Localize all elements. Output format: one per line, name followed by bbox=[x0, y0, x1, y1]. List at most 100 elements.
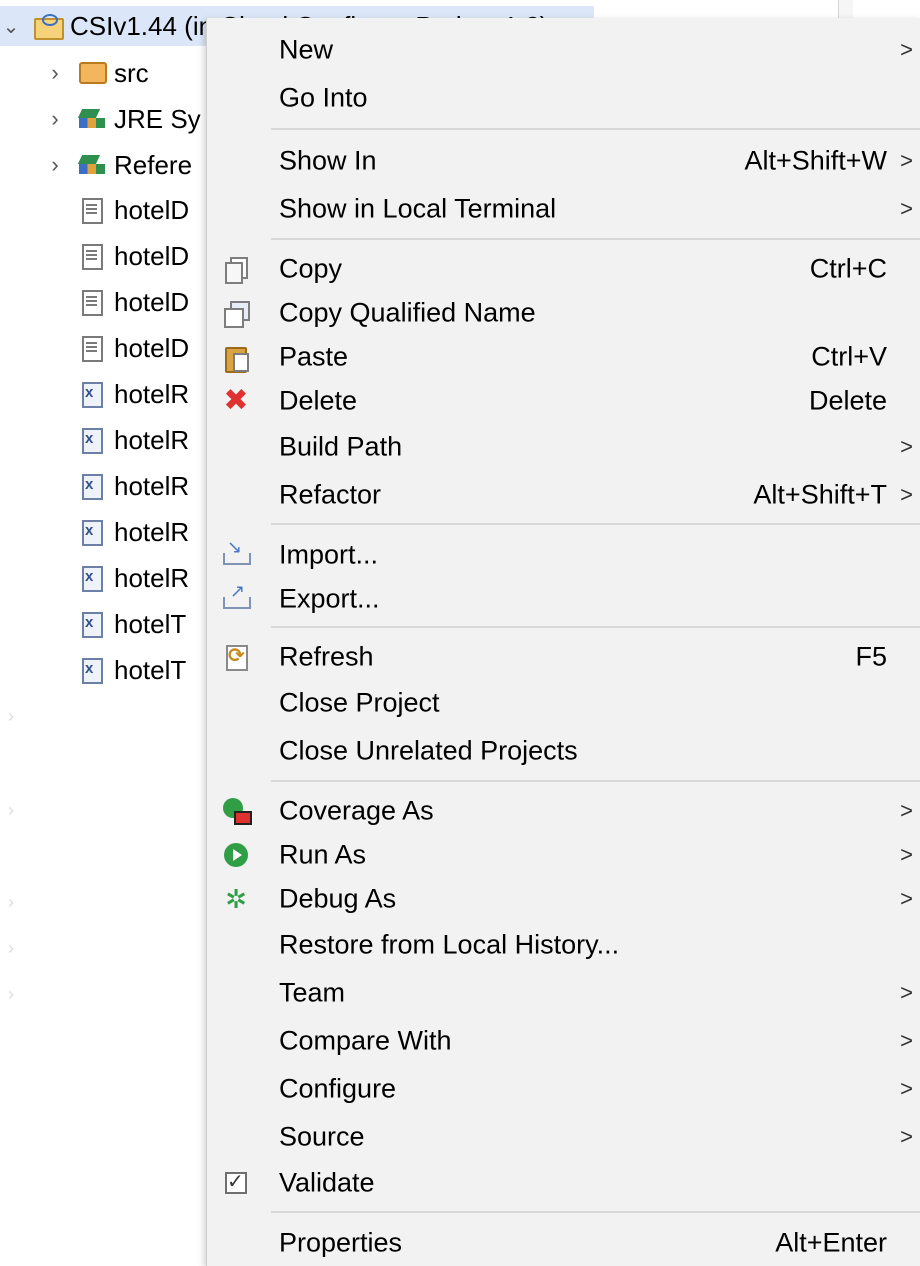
menu-item-restore-from-local-history[interactable]: Restore from Local History... bbox=[207, 923, 920, 967]
menu-item-paste[interactable]: Paste Ctrl+V bbox=[207, 335, 920, 379]
menu-separator bbox=[271, 238, 920, 240]
tree-item[interactable]: hotelD bbox=[76, 190, 189, 230]
menu-item-show-in-local-terminal[interactable]: Show in Local Terminal > bbox=[207, 187, 920, 231]
text-file-icon bbox=[76, 333, 106, 363]
menu-item-build-path[interactable]: Build Path > bbox=[207, 425, 920, 469]
copy-qualified-name-icon bbox=[222, 299, 250, 328]
run-icon bbox=[222, 841, 250, 869]
menu-item-refresh[interactable]: Refresh F5 bbox=[207, 635, 920, 679]
tree-item-label: Refere bbox=[114, 149, 193, 180]
copy-icon bbox=[222, 255, 250, 284]
menu-item-validate[interactable]: Validate bbox=[207, 1161, 920, 1205]
tree-item-label: hotelR bbox=[114, 378, 190, 409]
menu-item-configure[interactable]: Configure > bbox=[207, 1067, 920, 1111]
chevron-right-icon: > bbox=[900, 148, 913, 173]
tree-item[interactable]: x hotelR bbox=[76, 420, 189, 460]
xml-file-icon: x bbox=[76, 471, 106, 501]
project-folder-icon bbox=[32, 11, 64, 41]
debug-bug-icon: ✲ bbox=[225, 884, 247, 914]
menu-item-debug-as[interactable]: ✲ Debug As > bbox=[207, 877, 920, 921]
tree-item-label: hotelD bbox=[114, 240, 190, 271]
menu-item-team[interactable]: Team > bbox=[207, 971, 920, 1015]
coverage-icon bbox=[222, 797, 252, 825]
xml-file-icon: x bbox=[76, 655, 106, 685]
menu-item-compare-with[interactable]: Compare With > bbox=[207, 1019, 920, 1063]
shortcut-label: Alt+Shift+W bbox=[744, 145, 887, 176]
menu-item-copy-qualified-name[interactable]: Copy Qualified Name bbox=[207, 291, 920, 335]
chevron-right-icon: > bbox=[900, 886, 913, 911]
menu-item-new[interactable]: New > bbox=[207, 28, 920, 72]
chevron-right-icon: > bbox=[900, 37, 913, 62]
menu-item-copy[interactable]: Copy Ctrl+C bbox=[207, 247, 920, 291]
tree-item[interactable]: x hotelR bbox=[76, 466, 189, 506]
menu-item-properties[interactable]: Properties Alt+Enter bbox=[207, 1221, 920, 1265]
delete-icon: ✖ bbox=[223, 384, 249, 417]
chevron-right-icon: > bbox=[900, 1028, 913, 1053]
chevron-right-icon: > bbox=[900, 1076, 913, 1101]
menu-item-delete[interactable]: ✖ Delete Delete bbox=[207, 379, 920, 423]
export-icon bbox=[222, 581, 251, 613]
chevron-down-icon[interactable]: ⌄ bbox=[0, 14, 22, 39]
menu-item-source[interactable]: Source > bbox=[207, 1115, 920, 1159]
chevron-right-icon: > bbox=[900, 798, 913, 823]
chevron-right-icon: › bbox=[8, 938, 14, 958]
menu-item-go-into[interactable]: Go Into bbox=[207, 76, 920, 120]
tree-item[interactable]: x hotelT bbox=[76, 604, 186, 644]
tree-item[interactable]: x hotelR bbox=[76, 374, 189, 414]
chevron-right-icon: > bbox=[900, 196, 913, 221]
xml-file-icon: x bbox=[76, 563, 106, 593]
view-toolbar-edge bbox=[838, 0, 853, 20]
menu-separator bbox=[271, 626, 920, 628]
tree-item[interactable]: › Refere bbox=[44, 145, 192, 185]
tree-item-label: hotelR bbox=[114, 562, 190, 593]
tree-item-label: hotelR bbox=[114, 516, 190, 547]
tree-item-label: JRE Sy bbox=[114, 103, 201, 134]
menu-item-import[interactable]: Import... bbox=[207, 533, 920, 577]
tree-item-label: hotelT bbox=[114, 608, 187, 639]
shortcut-label: Ctrl+V bbox=[811, 341, 887, 372]
checkbox-checked-icon bbox=[222, 1169, 250, 1197]
xml-file-icon: x bbox=[76, 609, 106, 639]
menu-item-coverage-as[interactable]: Coverage As > bbox=[207, 789, 920, 833]
menu-item-close-unrelated-projects[interactable]: Close Unrelated Projects bbox=[207, 729, 920, 773]
tree-item[interactable]: hotelD bbox=[76, 282, 189, 322]
shortcut-label: F5 bbox=[855, 641, 887, 672]
shortcut-label: Alt+Shift+T bbox=[753, 479, 887, 510]
chevron-right-icon: › bbox=[8, 984, 14, 1004]
chevron-right-icon: > bbox=[900, 1124, 913, 1149]
chevron-right-icon: > bbox=[900, 842, 913, 867]
chevron-right-icon[interactable]: › bbox=[44, 106, 66, 132]
menu-separator bbox=[271, 780, 920, 782]
tree-item[interactable]: hotelD bbox=[76, 236, 189, 276]
tree-item-label: src bbox=[114, 57, 149, 88]
menu-item-show-in[interactable]: Show In Alt+Shift+W > bbox=[207, 139, 920, 183]
menu-item-refactor[interactable]: Refactor Alt+Shift+T > bbox=[207, 473, 920, 517]
tree-item-label: hotelR bbox=[114, 470, 190, 501]
xml-file-icon: x bbox=[76, 425, 106, 455]
import-icon bbox=[222, 537, 251, 569]
menu-item-export[interactable]: Export... bbox=[207, 577, 920, 621]
chevron-right-icon[interactable]: › bbox=[44, 152, 66, 178]
text-file-icon bbox=[76, 241, 106, 271]
tree-item[interactable]: x hotelR bbox=[76, 512, 189, 552]
tree-item-label: hotelD bbox=[114, 332, 190, 363]
library-icon bbox=[76, 104, 106, 134]
chevron-right-icon: › bbox=[8, 800, 14, 820]
refresh-icon bbox=[222, 643, 250, 671]
shortcut-label: Ctrl+C bbox=[809, 253, 887, 284]
chevron-right-icon: > bbox=[900, 434, 913, 459]
menu-item-close-project[interactable]: Close Project bbox=[207, 681, 920, 725]
xml-file-icon: x bbox=[76, 517, 106, 547]
chevron-right-icon[interactable]: › bbox=[44, 60, 66, 86]
text-file-icon bbox=[76, 287, 106, 317]
chevron-right-icon: › bbox=[8, 892, 14, 912]
tree-item[interactable]: › JRE Sy bbox=[44, 99, 201, 139]
text-file-icon bbox=[76, 195, 106, 225]
paste-icon bbox=[222, 343, 250, 373]
menu-item-run-as[interactable]: Run As > bbox=[207, 833, 920, 877]
tree-item-label: hotelR bbox=[114, 424, 190, 455]
tree-item[interactable]: hotelD bbox=[76, 328, 189, 368]
tree-item[interactable]: › src bbox=[44, 53, 149, 93]
tree-item[interactable]: x hotelT bbox=[76, 650, 186, 690]
tree-item[interactable]: x hotelR bbox=[76, 558, 189, 598]
